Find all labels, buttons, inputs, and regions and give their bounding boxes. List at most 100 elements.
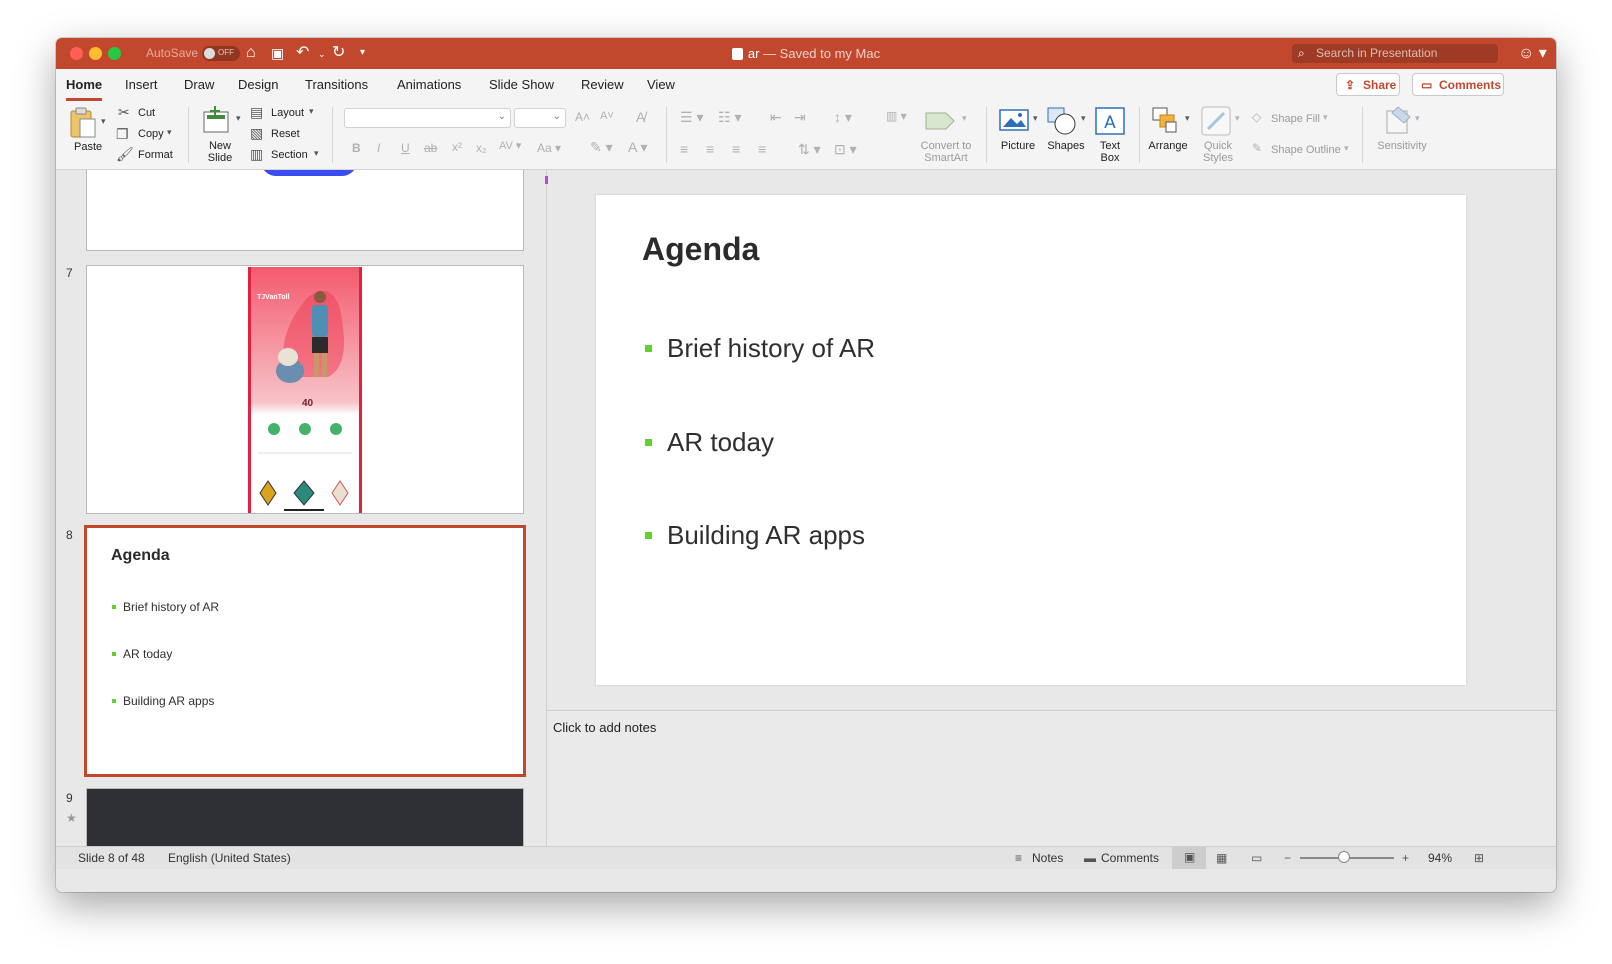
decrease-indent-icon[interactable]: ⇤ bbox=[770, 109, 782, 126]
character-spacing-icon[interactable]: AV ▾ bbox=[499, 139, 521, 152]
format-painter-icon[interactable]: 🖌 bbox=[116, 146, 134, 163]
increase-indent-icon[interactable]: ⇥ bbox=[794, 109, 806, 126]
increase-font-size-icon[interactable]: A˄ bbox=[575, 110, 590, 124]
language-indicator[interactable]: English (United States) bbox=[168, 851, 291, 865]
picture-dropdown-icon[interactable]: ▾ bbox=[1033, 113, 1038, 124]
convert-smartart-label-1[interactable]: Convert to bbox=[913, 140, 979, 152]
convert-dropdown-icon[interactable]: ▾ bbox=[962, 113, 967, 124]
shape-outline-icon[interactable]: ✎ bbox=[1252, 141, 1262, 155]
arrange-label[interactable]: Arrange bbox=[1146, 140, 1190, 152]
normal-view-button[interactable]: ▣ bbox=[1172, 847, 1206, 869]
reading-view-icon[interactable]: ▭ bbox=[1251, 851, 1262, 865]
line-spacing-icon[interactable]: ↕ ▾ bbox=[834, 109, 852, 126]
shape-outline-dropdown-icon[interactable]: ▾ bbox=[1344, 143, 1349, 154]
zoom-in-icon[interactable]: + bbox=[1402, 851, 1409, 865]
bold-icon[interactable]: B bbox=[352, 141, 361, 155]
align-text-icon[interactable]: ⊡ ▾ bbox=[834, 141, 857, 158]
convert-to-smartart-icon[interactable] bbox=[924, 107, 960, 135]
decrease-font-size-icon[interactable]: A˅ bbox=[600, 110, 614, 122]
layout-icon[interactable]: ▤ bbox=[250, 104, 263, 121]
arrange-icon[interactable] bbox=[1150, 105, 1182, 135]
copy-label[interactable]: Copy bbox=[138, 128, 164, 140]
section-icon[interactable]: ▥ bbox=[250, 146, 263, 163]
notes-toggle-label[interactable]: Notes bbox=[1032, 851, 1063, 865]
align-right-icon[interactable]: ≡ bbox=[732, 141, 740, 157]
share-button[interactable]: ⇪ Share bbox=[1336, 73, 1400, 96]
slide-thumbnail-7[interactable]: TJVanToll 40 bbox=[86, 265, 524, 514]
tab-view[interactable]: View bbox=[647, 77, 675, 92]
tab-review[interactable]: Review bbox=[581, 77, 624, 92]
comments-button[interactable]: ▭ Comments bbox=[1412, 73, 1504, 96]
underline-icon[interactable]: U bbox=[401, 141, 410, 155]
notes-pane[interactable]: Click to add notes bbox=[547, 710, 1556, 847]
slide-thumbnail-8[interactable]: Agenda Brief history of AR AR today Buil… bbox=[84, 525, 526, 777]
section-dropdown-icon[interactable]: ▾ bbox=[314, 148, 319, 159]
feedback-smiley-icon[interactable]: ☺ ▾ bbox=[1518, 43, 1547, 63]
slide-sorter-icon[interactable]: ▦ bbox=[1216, 851, 1227, 865]
slide-bullet-3[interactable]: Building AR apps bbox=[642, 520, 865, 551]
font-color-icon[interactable]: A ▾ bbox=[628, 139, 647, 156]
comments-icon[interactable]: ▬ bbox=[1084, 851, 1096, 865]
current-slide[interactable]: Agenda Brief history of AR AR today Buil… bbox=[596, 195, 1466, 685]
new-slide-dropdown-icon[interactable]: ▾ bbox=[236, 113, 241, 124]
zoom-slider-knob[interactable] bbox=[1338, 851, 1350, 863]
paste-dropdown-icon[interactable]: ▾ bbox=[101, 116, 106, 127]
align-left-icon[interactable]: ≡ bbox=[680, 141, 688, 157]
fit-to-window-icon[interactable]: ⊞ bbox=[1474, 851, 1484, 865]
shape-fill-dropdown-icon[interactable]: ▾ bbox=[1323, 112, 1328, 123]
format-painter-label[interactable]: Format bbox=[138, 149, 173, 161]
sensitivity-dropdown-icon[interactable]: ▾ bbox=[1415, 113, 1420, 124]
bullets-icon[interactable]: ☰ ▾ bbox=[680, 109, 703, 126]
cut-icon[interactable]: ✂ bbox=[118, 104, 130, 121]
new-slide-label-2[interactable]: Slide bbox=[202, 152, 238, 164]
tab-home[interactable]: Home bbox=[66, 77, 103, 101]
layout-label[interactable]: Layout bbox=[271, 107, 304, 119]
change-case-icon[interactable]: Aa ▾ bbox=[537, 141, 561, 155]
convert-smartart-label-2[interactable]: SmartArt bbox=[913, 152, 979, 164]
slide-bullet-1[interactable]: Brief history of AR bbox=[642, 333, 875, 364]
slide-bullet-2[interactable]: AR today bbox=[642, 427, 774, 458]
clear-formatting-icon[interactable]: A̸ bbox=[636, 109, 645, 125]
shape-outline-label[interactable]: Shape Outline bbox=[1271, 144, 1341, 156]
tab-animations[interactable]: Animations bbox=[397, 77, 461, 92]
tab-slide-show[interactable]: Slide Show bbox=[489, 77, 554, 92]
new-slide-icon[interactable] bbox=[201, 106, 233, 136]
italic-icon[interactable]: I bbox=[377, 141, 380, 155]
shape-fill-icon[interactable]: ◇ bbox=[1252, 110, 1261, 124]
copy-dropdown-icon[interactable]: ▾ bbox=[167, 127, 172, 138]
highlight-color-icon[interactable]: ✎ ▾ bbox=[590, 139, 613, 156]
shapes-dropdown-icon[interactable]: ▾ bbox=[1081, 113, 1086, 124]
tab-design[interactable]: Design bbox=[238, 77, 278, 92]
zoom-level[interactable]: 94% bbox=[1428, 851, 1452, 865]
shapes-label[interactable]: Shapes bbox=[1044, 140, 1088, 152]
slide-thumbnail-9[interactable] bbox=[86, 788, 524, 846]
columns-icon[interactable]: ▥ ▾ bbox=[886, 109, 907, 123]
search-input[interactable]: ⌕ Search in Presentation bbox=[1292, 44, 1498, 63]
text-direction-icon[interactable]: ⇅ ▾ bbox=[798, 141, 821, 158]
strikethrough-icon[interactable]: ab bbox=[424, 141, 437, 155]
font-size-select[interactable]: ⌄ bbox=[514, 108, 566, 128]
quick-styles-label-2[interactable]: Styles bbox=[1196, 152, 1240, 164]
reset-label[interactable]: Reset bbox=[271, 128, 300, 140]
superscript-icon[interactable]: x² bbox=[452, 140, 462, 154]
section-label[interactable]: Section bbox=[271, 149, 308, 161]
shape-fill-label[interactable]: Shape Fill bbox=[1271, 113, 1320, 125]
sensitivity-label[interactable]: Sensitivity bbox=[1370, 140, 1434, 152]
slide-title[interactable]: Agenda bbox=[642, 231, 759, 268]
text-box-label-1[interactable]: Text bbox=[1090, 140, 1130, 152]
notes-icon[interactable]: ≡ bbox=[1015, 851, 1022, 865]
arrange-dropdown-icon[interactable]: ▾ bbox=[1185, 113, 1190, 124]
picture-label[interactable]: Picture bbox=[996, 140, 1040, 152]
copy-icon[interactable]: ❐ bbox=[116, 126, 129, 143]
tab-transitions[interactable]: Transitions bbox=[305, 77, 368, 92]
shapes-icon[interactable] bbox=[1046, 105, 1078, 135]
slide-thumbnail-pane[interactable]: 7 TJVanToll 40 8 Agenda Brief history of… bbox=[56, 170, 547, 846]
tab-insert[interactable]: Insert bbox=[125, 77, 158, 92]
font-name-select[interactable]: ⌄ bbox=[344, 108, 511, 128]
sensitivity-icon[interactable] bbox=[1384, 105, 1414, 135]
zoom-out-icon[interactable]: − bbox=[1284, 851, 1291, 865]
justify-icon[interactable]: ≡ bbox=[758, 141, 766, 157]
reset-icon[interactable]: ▧ bbox=[250, 125, 263, 142]
paste-label[interactable]: Paste bbox=[74, 141, 102, 153]
transition-star-icon[interactable]: ★ bbox=[66, 811, 77, 825]
